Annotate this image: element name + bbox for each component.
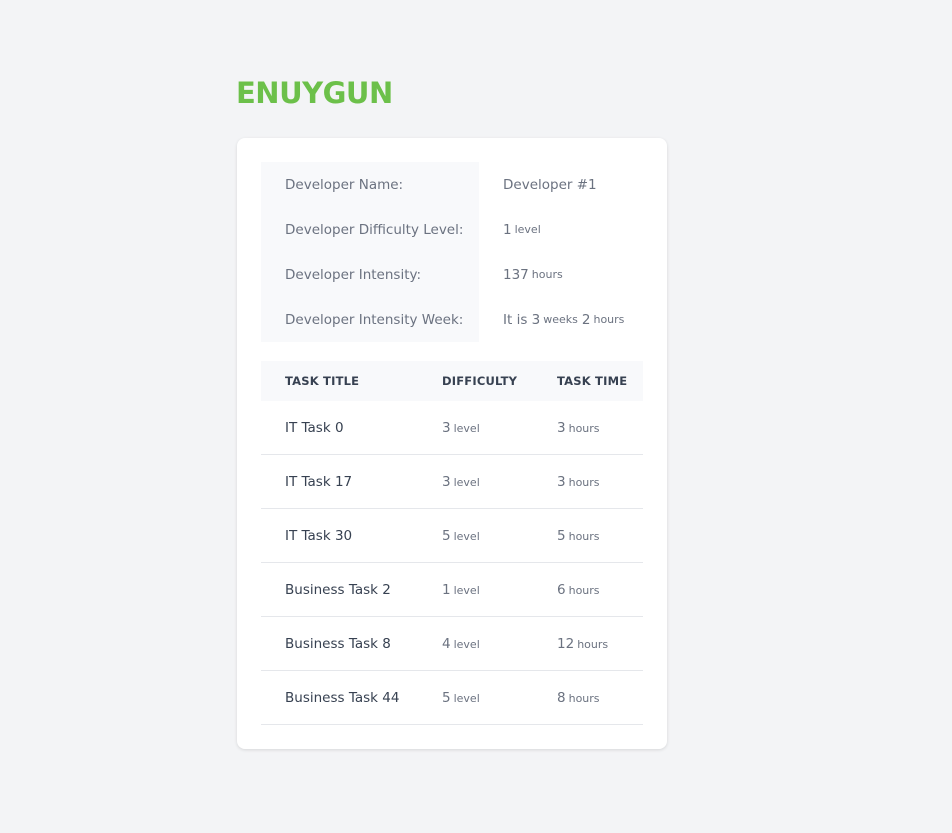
info-row-name: Developer Name: Developer #1 <box>261 162 643 207</box>
task-difficulty-cell: 4 level <box>442 636 557 652</box>
intensity-number: 137 <box>503 266 529 283</box>
developer-card: Developer Name: Developer #1 Developer D… <box>237 138 667 749</box>
difficulty-unit: level <box>453 475 480 489</box>
developer-name-label: Developer Name: <box>261 162 479 207</box>
difficulty-number: 1 <box>442 581 451 598</box>
info-row-week: Developer Intensity Week: It is 3 weeks 2 h… <box>261 297 643 342</box>
time-unit: hours <box>568 583 600 597</box>
time-unit: hours <box>568 529 600 543</box>
difficulty-unit: level <box>453 637 480 651</box>
header-task-time[interactable]: TASK TIME <box>557 374 643 388</box>
difficulty-unit: level <box>453 583 480 597</box>
time-unit: hours <box>577 637 609 651</box>
task-title-cell: Business Task 44 <box>285 689 400 706</box>
header-difficulty[interactable]: DIFFICULTY <box>442 374 557 388</box>
brand-logo[interactable]: ENUYGUN <box>236 76 393 110</box>
week-prefix: It is <box>503 311 528 328</box>
task-time-cell: 3 hours <box>557 420 643 436</box>
difficulty-unit: level <box>514 223 541 236</box>
table-row: IT Task 17 3 level 3 hours <box>261 455 643 509</box>
difficulty-number: 3 <box>442 473 451 490</box>
table-body: IT Task 0 3 level 3 hours IT Task 17 3 level 3 ho… <box>261 401 643 725</box>
developer-info: Developer Name: Developer #1 Developer D… <box>261 162 643 342</box>
table-header: TASK TITLE DIFFICULTY TASK TIME <box>261 361 643 401</box>
task-title-cell: Business Task 8 <box>285 635 391 652</box>
task-difficulty-cell: 3 level <box>442 420 557 436</box>
time-unit: hours <box>568 475 600 489</box>
task-table: TASK TITLE DIFFICULTY TASK TIME IT Task … <box>261 361 643 725</box>
intensity-unit: hours <box>531 268 563 281</box>
time-unit: hours <box>568 421 600 435</box>
task-time-cell: 3 hours <box>557 474 643 490</box>
task-difficulty-cell: 3 level <box>442 474 557 490</box>
time-number: 5 <box>557 527 566 544</box>
week-hours-unit: hours <box>593 313 625 326</box>
difficulty-number: 1 <box>503 221 512 238</box>
difficulty-number: 4 <box>442 635 451 652</box>
task-time-cell: 12 hours <box>557 636 643 652</box>
developer-intensity-value: 137 hours <box>479 252 643 297</box>
task-time-cell: 6 hours <box>557 582 643 598</box>
time-unit: hours <box>568 691 600 705</box>
task-difficulty-cell: 1 level <box>442 582 557 598</box>
task-time-cell: 5 hours <box>557 528 643 544</box>
time-number: 12 <box>557 635 575 652</box>
developer-difficulty-label: Developer Difficulty Level: <box>261 207 479 252</box>
time-number: 6 <box>557 581 566 598</box>
difficulty-number: 5 <box>442 689 451 706</box>
table-row: IT Task 0 3 level 3 hours <box>261 401 643 455</box>
task-title-cell: IT Task 30 <box>285 527 353 544</box>
difficulty-unit: level <box>453 421 480 435</box>
task-difficulty-cell: 5 level <box>442 528 557 544</box>
table-row: Business Task 8 4 level 12 hours <box>261 617 643 671</box>
developer-name-value: Developer #1 <box>503 176 597 193</box>
week-hours-number: 2 <box>581 311 591 328</box>
task-title-cell: IT Task 17 <box>285 473 353 490</box>
time-number: 3 <box>557 419 566 436</box>
info-row-intensity: Developer Intensity: 137 hours <box>261 252 643 297</box>
time-number: 3 <box>557 473 566 490</box>
info-row-difficulty: Developer Difficulty Level: 1 level <box>261 207 643 252</box>
header-task-title[interactable]: TASK TITLE <box>261 374 418 388</box>
table-row: Business Task 2 1 level 6 hours <box>261 563 643 617</box>
difficulty-number: 3 <box>442 419 451 436</box>
difficulty-unit: level <box>453 691 480 705</box>
task-difficulty-cell: 5 level <box>442 690 557 706</box>
task-time-cell: 8 hours <box>557 690 643 706</box>
developer-week-label: Developer Intensity Week: <box>261 297 479 342</box>
task-title-cell: Business Task 2 <box>285 581 391 598</box>
developer-week-value: It is 3 weeks 2 hours <box>479 297 643 342</box>
task-title-cell: IT Task 0 <box>285 419 344 436</box>
week-weeks-unit: weeks <box>543 313 578 326</box>
developer-difficulty-value: 1 level <box>479 207 643 252</box>
table-row: IT Task 30 5 level 5 hours <box>261 509 643 563</box>
developer-intensity-label: Developer Intensity: <box>261 252 479 297</box>
week-weeks-number: 3 <box>531 311 541 328</box>
time-number: 8 <box>557 689 566 706</box>
difficulty-unit: level <box>453 529 480 543</box>
table-row: Business Task 44 5 level 8 hours <box>261 671 643 725</box>
difficulty-number: 5 <box>442 527 451 544</box>
